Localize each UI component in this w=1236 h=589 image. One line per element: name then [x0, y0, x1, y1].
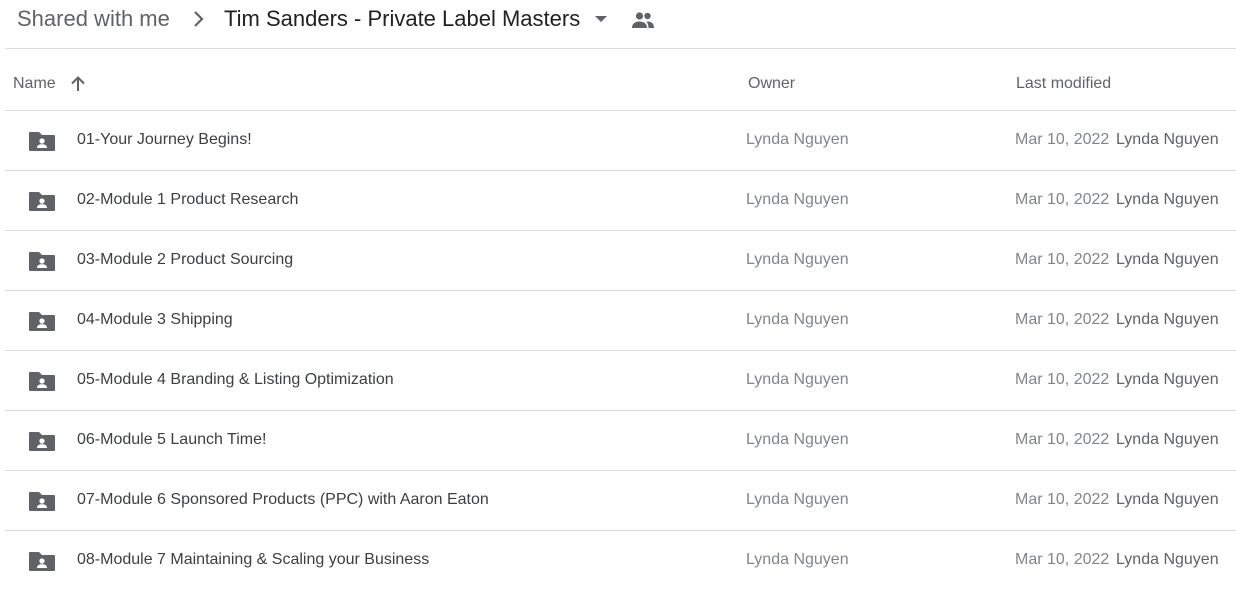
table-row[interactable]: 01-Your Journey Begins! Lynda Nguyen Mar… [5, 110, 1236, 170]
modified-by: Lynda Nguyen [1116, 251, 1219, 268]
modified-by: Lynda Nguyen [1116, 551, 1219, 568]
shared-folder-icon [29, 252, 55, 271]
modified-date: Mar 10, 2022 [1015, 491, 1110, 508]
modified-by: Lynda Nguyen [1116, 131, 1219, 148]
people-icon[interactable] [631, 10, 655, 30]
file-owner: Lynda Nguyen [746, 131, 849, 148]
header-divider [5, 48, 1236, 49]
file-owner: Lynda Nguyen [746, 551, 849, 568]
file-name[interactable]: 01-Your Journey Begins! [77, 130, 252, 150]
table-row[interactable]: 07-Module 6 Sponsored Products (PPC) wit… [5, 470, 1236, 530]
column-header-last-modified[interactable]: Last modified [1016, 74, 1111, 94]
modified-date: Mar 10, 2022 [1015, 551, 1110, 568]
arrow-drop-down-icon[interactable] [592, 12, 610, 26]
table-row[interactable]: 08-Module 7 Maintaining & Scaling your B… [5, 530, 1236, 589]
table-row[interactable]: 06-Module 5 Launch Time! Lynda Nguyen Ma… [5, 410, 1236, 470]
table-row[interactable]: 02-Module 1 Product Research Lynda Nguye… [5, 170, 1236, 230]
column-header-owner[interactable]: Owner [748, 74, 795, 94]
file-name[interactable]: 03-Module 2 Product Sourcing [77, 250, 293, 270]
breadcrumb-shared-with-me[interactable]: Shared with me [17, 5, 170, 33]
file-name[interactable]: 05-Module 4 Branding & Listing Optimizat… [77, 370, 394, 390]
modified-date: Mar 10, 2022 [1015, 431, 1110, 448]
file-owner: Lynda Nguyen [746, 491, 849, 508]
file-name[interactable]: 04-Module 3 Shipping [77, 310, 233, 330]
modified-date: Mar 10, 2022 [1015, 131, 1110, 148]
file-owner: Lynda Nguyen [746, 371, 849, 388]
shared-folder-icon [29, 552, 55, 571]
table-row[interactable]: 03-Module 2 Product Sourcing Lynda Nguye… [5, 230, 1236, 290]
file-owner: Lynda Nguyen [746, 191, 849, 208]
modified-by: Lynda Nguyen [1116, 431, 1219, 448]
column-header-name[interactable]: Name [13, 74, 56, 94]
table-row[interactable]: 05-Module 4 Branding & Listing Optimizat… [5, 350, 1236, 410]
modified-date: Mar 10, 2022 [1015, 191, 1110, 208]
modified-date: Mar 10, 2022 [1015, 251, 1110, 268]
file-owner: Lynda Nguyen [746, 251, 849, 268]
breadcrumb: Shared with me Tim Sanders - Private Lab… [0, 0, 1236, 48]
file-name[interactable]: 07-Module 6 Sponsored Products (PPC) wit… [77, 490, 489, 510]
modified-by: Lynda Nguyen [1116, 371, 1219, 388]
modified-date: Mar 10, 2022 [1015, 311, 1110, 328]
file-name[interactable]: 08-Module 7 Maintaining & Scaling your B… [77, 550, 429, 570]
breadcrumb-current-folder[interactable]: Tim Sanders - Private Label Masters [224, 5, 580, 33]
file-list: 01-Your Journey Begins! Lynda Nguyen Mar… [5, 110, 1236, 589]
shared-folder-icon [29, 312, 55, 331]
modified-date: Mar 10, 2022 [1015, 371, 1110, 388]
file-owner: Lynda Nguyen [746, 311, 849, 328]
file-name[interactable]: 06-Module 5 Launch Time! [77, 430, 266, 450]
table-row[interactable]: 04-Module 3 Shipping Lynda Nguyen Mar 10… [5, 290, 1236, 350]
file-name[interactable]: 02-Module 1 Product Research [77, 190, 298, 210]
shared-folder-icon [29, 492, 55, 511]
modified-by: Lynda Nguyen [1116, 491, 1219, 508]
chevron-right-icon [194, 11, 204, 27]
file-owner: Lynda Nguyen [746, 431, 849, 448]
modified-by: Lynda Nguyen [1116, 191, 1219, 208]
shared-folder-icon [29, 372, 55, 391]
shared-folder-icon [29, 192, 55, 211]
shared-folder-icon [29, 132, 55, 151]
arrow-up-icon[interactable] [69, 75, 87, 93]
drive-file-list: Shared with me Tim Sanders - Private Lab… [0, 0, 1236, 589]
shared-folder-icon [29, 432, 55, 451]
modified-by: Lynda Nguyen [1116, 311, 1219, 328]
